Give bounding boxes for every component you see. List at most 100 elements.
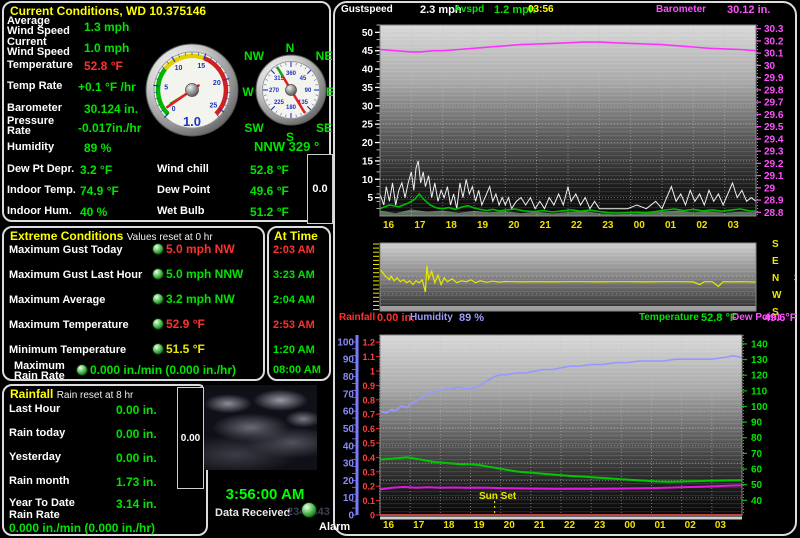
svg-text:140: 140 <box>751 339 768 350</box>
indoor-temp-label: Indoor Temp. <box>7 184 76 196</box>
barometer-label: Barometer <box>7 102 63 114</box>
indoor-hum-label: Indoor Hum. <box>7 205 72 217</box>
svg-text:270: 270 <box>269 88 280 94</box>
wind-chill-value: 52.8 °F <box>250 163 289 177</box>
at-time-1: 3:23 AM <box>273 269 315 281</box>
svg-text:20: 20 <box>362 138 374 149</box>
wind-gauges: 0510 1520251.03604590135180225270315NNEES… <box>145 41 334 144</box>
svg-text:110: 110 <box>751 386 768 397</box>
at-time-0: 2:03 AM <box>273 244 315 256</box>
svg-text:19: 19 <box>474 520 486 531</box>
svg-text:17: 17 <box>413 520 425 531</box>
svg-text:29.6: 29.6 <box>764 110 784 121</box>
rain-bucket-gauge: 0.00 <box>177 387 204 489</box>
indoor-temp-value: 74.9 °F <box>80 184 119 198</box>
svg-text:1: 1 <box>370 367 375 377</box>
at-time-5: 08:00 AM <box>273 364 321 376</box>
svg-text:360: 360 <box>286 71 297 77</box>
rain-month-value: 1.73 in. <box>116 475 157 489</box>
max-gust-today-label: Maximum Gust Today <box>9 244 123 256</box>
max-rain-rate-label: Maximum Rain Rate <box>14 360 65 382</box>
dewpt-depr-label: Dew Pt Depr. <box>7 163 75 175</box>
rain-today-label: Rain today <box>9 427 66 439</box>
alarm-orb[interactable] <box>301 502 317 518</box>
svg-text:40: 40 <box>343 441 355 452</box>
svg-text:329: 329 <box>794 273 795 284</box>
wind-barometer-chart: 510152025303540455028.828.92929.129.229.… <box>362 24 784 231</box>
svg-text:02: 02 <box>685 520 697 531</box>
temp-rate-value: +0.1 °F /hr <box>78 80 136 94</box>
max-rain-rate-orb <box>76 364 88 376</box>
svg-text:225: 225 <box>274 100 285 106</box>
indoor-hum-value: 40 % <box>80 205 108 219</box>
alarm-label: Alarm <box>319 521 351 533</box>
svg-text:21: 21 <box>540 220 552 231</box>
wind-side-gauge: 0.0 <box>307 154 333 224</box>
pressure-rate-label: Pressure Rate <box>7 115 55 137</box>
svg-text:15: 15 <box>362 156 374 167</box>
svg-text:20: 20 <box>504 520 516 531</box>
last-hour-value: 0.00 in. <box>116 403 157 417</box>
svg-text:0.8: 0.8 <box>362 395 375 405</box>
svg-text:17: 17 <box>414 220 426 231</box>
svg-text:35: 35 <box>362 83 374 94</box>
svg-text:29.1: 29.1 <box>764 171 784 182</box>
svg-text:0.2: 0.2 <box>362 482 375 492</box>
svg-text:29.3: 29.3 <box>764 147 784 158</box>
svg-text:00: 00 <box>634 220 646 231</box>
ytd-value: 3.14 in. <box>116 497 157 511</box>
svg-text:60: 60 <box>343 407 355 418</box>
svg-text:29.2: 29.2 <box>764 159 784 170</box>
svg-text:29: 29 <box>764 183 776 194</box>
min-temp-orb <box>152 343 164 355</box>
max-average-label: Maximum Average <box>9 294 106 306</box>
svg-text:02: 02 <box>696 220 708 231</box>
svg-text:22: 22 <box>571 220 583 231</box>
svg-text:70: 70 <box>343 389 355 400</box>
svg-text:16: 16 <box>383 520 395 531</box>
svg-text:29.5: 29.5 <box>764 122 784 133</box>
svg-text:0.9: 0.9 <box>362 381 375 391</box>
current-conditions-panel: Current Conditions, WD 10.375146 Average… <box>2 1 334 224</box>
svg-text:5: 5 <box>367 193 373 204</box>
svg-text:50: 50 <box>343 424 355 435</box>
svg-text:19: 19 <box>477 220 489 231</box>
wind-chill-label: Wind chill <box>157 163 209 175</box>
max-temp-orb <box>152 318 164 330</box>
svg-text:20: 20 <box>343 476 355 487</box>
rain-today-value: 0.00 in. <box>116 427 157 441</box>
svg-text:45: 45 <box>362 46 374 57</box>
svg-text:0: 0 <box>348 511 354 522</box>
svg-text:50: 50 <box>362 28 374 39</box>
svg-text:90: 90 <box>305 88 312 94</box>
svg-text:45: 45 <box>300 76 307 82</box>
temperature-label: Temperature <box>7 59 73 71</box>
svg-text:30.1: 30.1 <box>764 49 784 60</box>
at-time-title: At Time <box>274 229 318 243</box>
compass-cardinal-se: SE <box>316 121 332 135</box>
wet-bulb-value: 51.2 °F <box>250 205 289 219</box>
svg-text:10: 10 <box>362 175 374 186</box>
svg-text:29.7: 29.7 <box>764 98 784 109</box>
svg-text:40: 40 <box>751 496 763 507</box>
svg-text:30.3: 30.3 <box>764 24 784 35</box>
svg-text:W: W <box>772 290 782 301</box>
yesterday-label: Yesterday <box>9 451 61 463</box>
rain-rate-value: 0.000 in./min (0.000 in./hr) <box>9 521 156 535</box>
svg-text:0: 0 <box>370 511 375 521</box>
min-temp-value: 51.5 °F <box>166 342 205 356</box>
svg-text:130: 130 <box>751 355 768 366</box>
compass-cardinal-s: S <box>286 130 294 144</box>
clock: 3:56:00 AM <box>225 486 305 503</box>
data-received-label: Data Received <box>215 507 291 519</box>
svg-text:18: 18 <box>443 520 455 531</box>
svg-text:22: 22 <box>564 520 576 531</box>
svg-text:23: 23 <box>594 520 606 531</box>
svg-text:29.8: 29.8 <box>764 85 784 96</box>
extreme-title: Extreme Conditions <box>10 229 124 243</box>
compass-cardinal-w: W <box>242 85 254 99</box>
ytd-label: Year To Date <box>9 497 75 509</box>
compass-cardinal-ne: NE <box>316 49 333 63</box>
charts-panel: Gustspeed 2.3 mph Avspd 1.2 mph 03:56 Baromet… <box>333 1 797 536</box>
svg-text:50: 50 <box>751 480 763 491</box>
